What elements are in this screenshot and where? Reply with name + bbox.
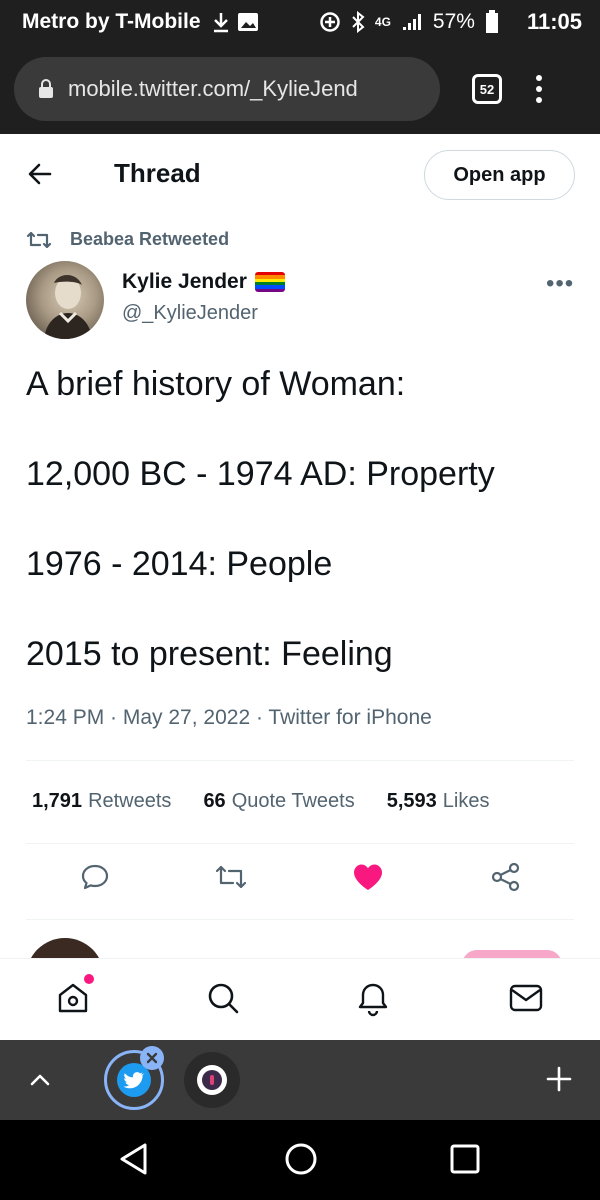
likes-stat[interactable]: 5,593 Likes (387, 790, 490, 813)
chevron-up-icon[interactable] (28, 1068, 52, 1097)
signal-icon (402, 14, 421, 30)
likes-count: 5,593 (386, 790, 437, 812)
retweets-stat[interactable]: 1,791 Retweets (32, 790, 171, 813)
arrow-left-icon[interactable] (26, 160, 54, 193)
more-options-icon[interactable]: ••• (546, 270, 574, 298)
retweet-context[interactable]: Beabea Retweeted (26, 229, 229, 250)
avatar[interactable] (26, 261, 104, 339)
quotes-label: Quote Tweets (231, 790, 355, 812)
battery-icon (485, 10, 498, 33)
download-icon (213, 13, 228, 33)
heart-icon[interactable] (352, 862, 384, 897)
android-navigation-bar (0, 1120, 600, 1200)
lock-icon (39, 79, 53, 98)
bottom-navigation (0, 958, 600, 1040)
page-title: Thread (114, 158, 201, 188)
close-tab-icon[interactable] (140, 1046, 164, 1070)
browser-tab-strip (0, 1040, 600, 1120)
status-bar: Metro by T-Mobile 4G 57% 11:05 (0, 0, 600, 44)
likes-label: Likes (442, 790, 490, 812)
divider (26, 919, 574, 920)
rainbow-flag-icon (254, 272, 285, 292)
retweeted-by-label: Beabea Retweeted (70, 229, 230, 249)
quotes-count: 66 (203, 790, 226, 812)
share-icon[interactable] (490, 862, 522, 897)
retweet-icon[interactable] (214, 862, 248, 897)
data-saver-icon (320, 12, 340, 32)
author-name[interactable]: Kylie Jender (122, 270, 285, 294)
clock: 11:05 (526, 9, 582, 34)
bluetooth-icon (352, 11, 365, 33)
battery-percent: 57% (432, 10, 475, 33)
url-bar[interactable]: mobile.twitter.com/_KylieJend (14, 57, 440, 121)
notification-dot (84, 974, 94, 984)
divider (26, 843, 574, 844)
tweet-line: 1976 - 2014: People (26, 545, 333, 583)
tweet-body: A brief history of Woman: 12,000 BC - 19… (26, 362, 586, 722)
carrier-name: Metro by T-Mobile (22, 10, 201, 33)
retweets-count: 1,791 (32, 790, 83, 812)
bell-icon[interactable] (356, 981, 390, 1022)
tweet-line: 12,000 BC - 1974 AD: Property (26, 455, 495, 493)
tab-switcher-button[interactable]: 52 (472, 74, 502, 104)
network-type: 4G (374, 15, 391, 29)
author-handle[interactable]: @_KylieJender (122, 302, 258, 325)
divider (26, 760, 574, 761)
tweet-stats: 1,791 Retweets 66 Quote Tweets 5,593 Likes (32, 790, 490, 813)
browser-menu-icon[interactable] (536, 75, 542, 103)
home-icon[interactable] (56, 981, 90, 1020)
retweets-label: Retweets (88, 790, 172, 812)
url-text: mobile.twitter.com/_KylieJend (68, 76, 358, 101)
tweet-line: 2015 to present: Feeling (26, 635, 393, 673)
second-tab[interactable] (184, 1052, 240, 1108)
back-triangle-icon[interactable] (118, 1142, 150, 1181)
image-icon (237, 13, 258, 31)
new-tab-icon[interactable] (546, 1066, 572, 1097)
recents-square-icon[interactable] (450, 1144, 480, 1179)
tweet-line: A brief history of Woman: (26, 365, 406, 403)
mail-icon[interactable] (508, 981, 544, 1020)
tweet-actions (0, 862, 600, 902)
retweet-icon (26, 231, 52, 248)
author-name-text: Kylie Jender (122, 270, 247, 293)
reply-icon[interactable] (80, 862, 110, 897)
home-circle-icon[interactable] (284, 1142, 318, 1181)
search-icon[interactable] (206, 981, 240, 1020)
app-tab-icon (197, 1065, 227, 1095)
open-app-button[interactable]: Open app (424, 150, 575, 200)
quotes-stat[interactable]: 66 Quote Tweets (203, 790, 354, 813)
thread-header: Thread Open app (0, 134, 600, 216)
browser-toolbar: mobile.twitter.com/_KylieJend 52 (0, 44, 600, 134)
tweet-timestamp[interactable]: 1:24 PM · May 27, 2022 · Twitter for iPh… (26, 706, 432, 730)
